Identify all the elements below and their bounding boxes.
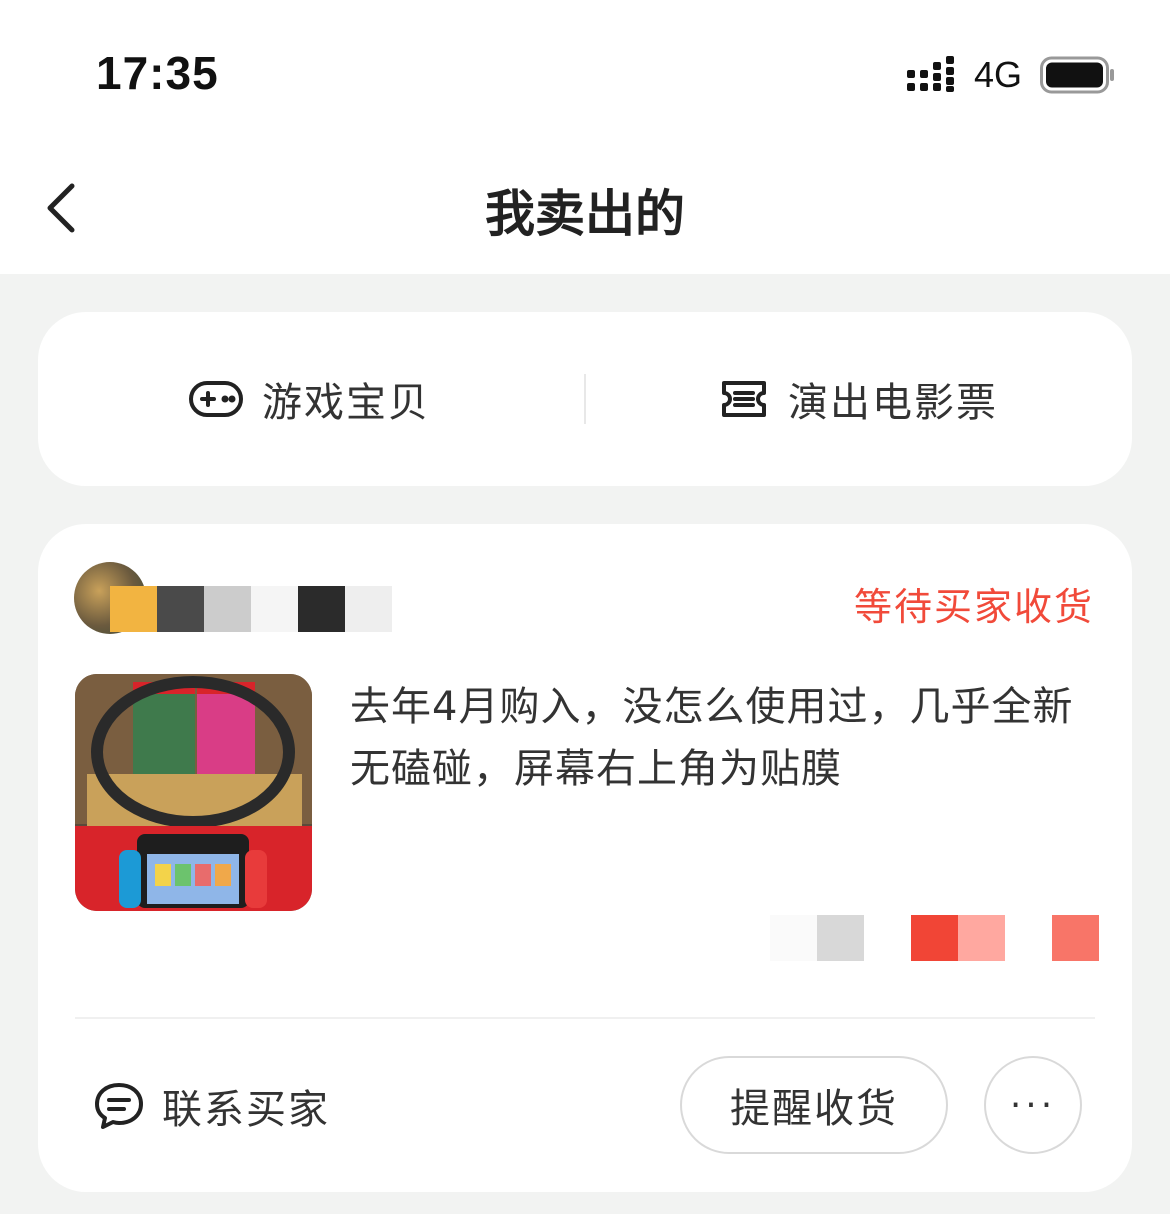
signal-icon xyxy=(907,56,954,92)
status-time: 17:35 xyxy=(96,47,219,99)
gamepad-icon xyxy=(189,381,243,417)
mosaic-block xyxy=(864,915,911,961)
category-games[interactable]: 游戏宝贝 xyxy=(188,312,430,486)
mosaic-block xyxy=(958,915,1005,961)
more-options-button[interactable]: ··· xyxy=(984,1056,1082,1154)
seller-name-blurred xyxy=(110,586,392,632)
mosaic-block xyxy=(770,915,817,961)
nav-bar: 我卖出的 xyxy=(0,140,1170,274)
product-title: 去年4月购入，没怎么使用过，几乎全新无磕碰，屏幕右上角为贴膜 xyxy=(350,684,1074,792)
header-area: 17:35 4G 我卖出的 xyxy=(0,0,1170,274)
order-status: 等待买家收货 xyxy=(853,585,1094,629)
category-games-label: 游戏宝贝 xyxy=(262,380,430,426)
network-label: 4G xyxy=(974,54,1023,95)
mosaic-block xyxy=(1052,915,1099,961)
mosaic-block xyxy=(251,586,298,632)
product-image[interactable] xyxy=(75,674,312,911)
product-photo xyxy=(75,674,312,911)
battery-icon xyxy=(1040,56,1114,94)
mosaic-block xyxy=(204,586,251,632)
remind-receipt-button[interactable]: 提醒收货 xyxy=(680,1056,948,1154)
order-card[interactable]: 等待买家收货 去年4月购入，没怎么使用过，几乎全新无磕碰，屏幕右上角为贴膜 联系… xyxy=(38,524,1132,1192)
mosaic-block xyxy=(911,915,958,961)
mosaic-block xyxy=(817,915,864,961)
contact-buyer-label: 联系买家 xyxy=(162,1087,330,1133)
category-card: 游戏宝贝 演出电影票 xyxy=(38,312,1132,486)
mosaic-block xyxy=(1005,915,1052,961)
mosaic-block xyxy=(345,586,392,632)
ticket-icon xyxy=(722,381,766,417)
chat-bubble-icon xyxy=(95,1083,143,1129)
mosaic-block xyxy=(110,586,157,632)
page-title: 我卖出的 xyxy=(485,185,685,243)
mosaic-block xyxy=(298,586,345,632)
price-blurred xyxy=(770,915,1099,961)
category-divider xyxy=(584,374,586,424)
card-divider xyxy=(75,1017,1095,1019)
category-tickets-label: 演出电影票 xyxy=(788,380,998,426)
mosaic-block xyxy=(157,586,204,632)
category-tickets[interactable]: 演出电影票 xyxy=(720,312,998,486)
contact-buyer-button[interactable]: 联系买家 xyxy=(94,1076,330,1136)
status-bar: 17:35 4G xyxy=(0,0,1170,140)
